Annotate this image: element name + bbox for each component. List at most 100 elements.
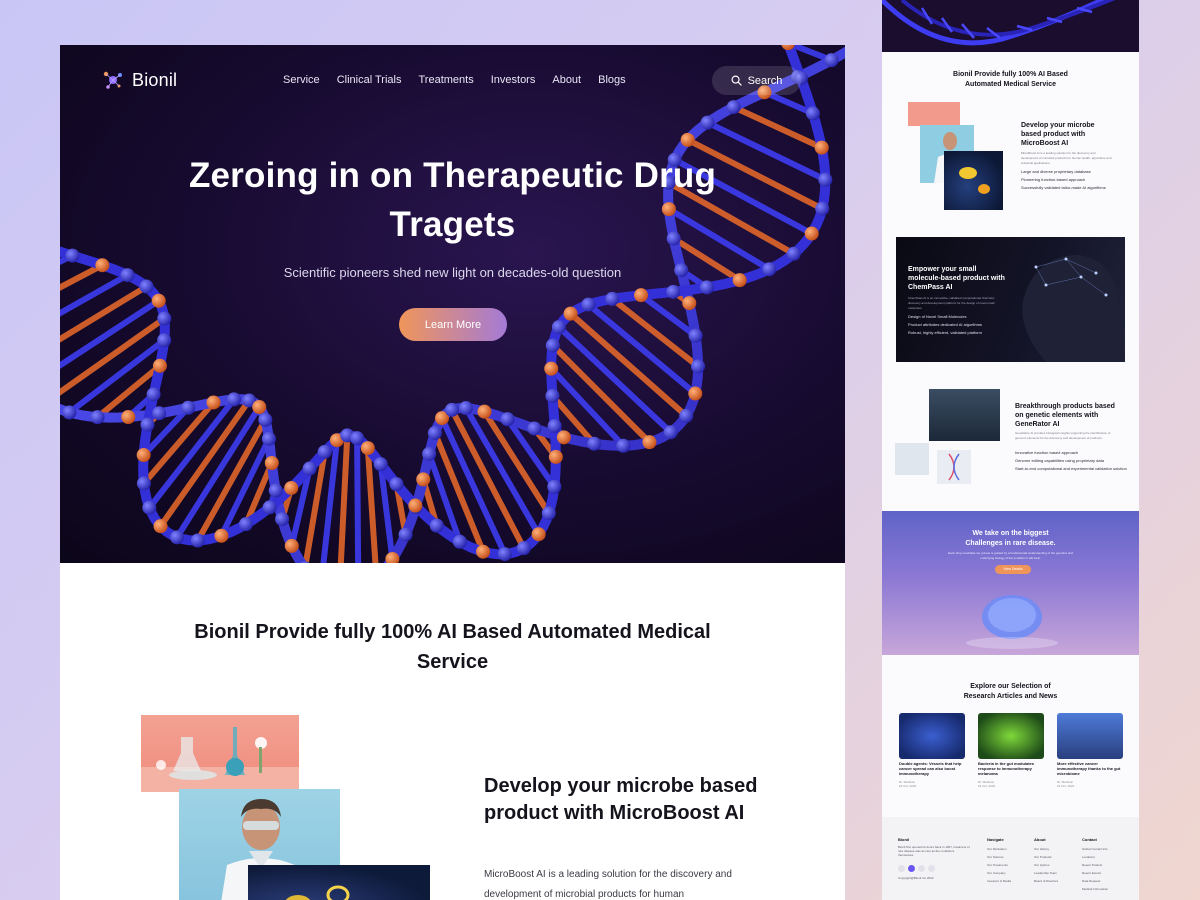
dna-bead [786,246,801,261]
footer-link[interactable]: Our Treatments [987,861,1011,869]
dna-bead [814,140,829,155]
footer-link[interactable]: Report Product [1082,861,1108,869]
footer-copyright: Copyright@Bionil Inc 2022 [898,876,934,880]
dna-bead [284,480,299,495]
nav-link-clinical-trials[interactable]: Clinical Trials [337,74,402,86]
preview-generator-bullet[interactable]: Start-to-end computational and experimen… [1015,465,1127,473]
footer-contact-column: Contact Global Contact Info Locations Re… [1082,837,1108,893]
preview-lab-hand-thumb [895,443,929,475]
section-title: Bionil Provide fully 100% AI Based Autom… [194,621,711,673]
dna-bead [214,528,229,543]
dna-rung [60,297,162,369]
footer-navigate-column: Navigate Our Motivation Our Science Our … [987,837,1011,885]
dna-bead [699,280,714,295]
footer-link[interactable]: Our Science [987,853,1011,861]
dna-bead [152,406,167,421]
dna-bead [398,527,413,542]
dna-bead [429,518,444,533]
footer-link[interactable]: Medical Information [1082,885,1108,893]
dna-bead [642,435,657,450]
dna-bead [136,476,151,491]
dna-bead [264,455,279,470]
dna-bead [261,431,276,446]
article-date: 01 Oct, 2022 [978,784,996,788]
footer-link[interactable]: Our History [1034,845,1058,853]
dna-bead [545,388,560,403]
dna-bead [360,441,375,456]
dna-bead [206,395,221,410]
article-title: More effective cancer immunotherapy than… [1057,761,1121,776]
article-thumbnail [978,713,1044,759]
preview-microboost-bullet[interactable]: Pioneering function-based approach [1021,176,1085,184]
nav-link-service[interactable]: Service [283,74,320,86]
footer-link[interactable]: Locations [1082,853,1108,861]
article-card[interactable]: Double agents: Vessels that help cancer … [899,713,965,788]
dna-bead [317,444,332,459]
dna-bead [121,410,136,425]
nav-link-treatments[interactable]: Treatments [418,74,473,86]
main-page-mockup: Bionil Service Clinical Trials Treatment… [60,45,845,900]
nav-link-blogs[interactable]: Blogs [598,74,626,86]
article-title: Double agents: Vessels that help cancer … [899,761,962,776]
preview-chempass-bullet[interactable]: Robust, highly efficient, validated plat… [908,329,982,337]
preview-view-details-button[interactable]: View Details [995,565,1031,574]
footer-link[interactable]: Our Motivation [987,845,1011,853]
dna-bead [140,417,155,432]
footer-link[interactable]: Board of Directors [1034,877,1058,885]
feature-title: Develop your microbe based product with … [484,775,758,824]
dna-bead [581,297,596,312]
search-button[interactable]: Search [712,66,801,95]
preview-chempass-bullet[interactable]: Design of Novel Small Molecules [908,313,966,321]
article-card[interactable]: More effective cancer immunotherapy than… [1057,713,1123,788]
footer-link[interactable]: Report Events [1082,869,1108,877]
article-date: 01 Oct, 2022 [1057,784,1075,788]
dna-bead [170,530,185,545]
learn-more-button[interactable]: Learn More [399,308,507,341]
footer-link[interactable]: Our Products [1034,853,1058,861]
preview-chempass-bullet[interactable]: Product attributes dedicated AI algorith… [908,321,982,329]
footer-column-heading: Navigate [987,837,1004,842]
dna-bead [452,534,467,549]
preview-glassware-thumb [908,102,960,126]
dna-bead [616,438,631,453]
preview-generator-bullet[interactable]: Genome editing capabilities using propri… [1015,457,1104,465]
dna-bead [587,436,602,451]
dna-bead [90,410,105,425]
dna-bead [516,541,531,556]
footer-link[interactable]: Our Company [987,869,1011,877]
dna-rung [555,324,674,436]
preview-chempass-title: Empower your small molecule-based produc… [908,266,1005,291]
footer-link[interactable]: Data Request [1082,877,1108,885]
twitter-icon[interactable] [908,865,915,872]
preview-generator-text: GeneRator AI provides biological insight… [1015,431,1111,440]
preview-microboost-bullet[interactable]: Successfully validated tailor-made AI al… [1021,184,1106,192]
dna-bead [146,387,161,402]
instagram-icon[interactable] [928,865,935,872]
footer-column-heading: Contact [1082,837,1097,842]
dna-bead [531,527,546,542]
dna-bead [691,359,706,374]
facebook-icon[interactable] [898,865,905,872]
dna-bead [142,500,157,515]
preview-generator-bullet[interactable]: Innovative function based approach [1015,449,1078,457]
footer-link[interactable]: Global Contact Info [1082,845,1108,853]
dna-bead [157,333,172,348]
footer-about-column: About Our History Our Products Our Hydro… [1034,837,1058,885]
dna-bead [527,421,542,436]
linkedin-icon[interactable] [918,865,925,872]
feature-description: MicroBoost AI is a leading solution for … [484,869,732,900]
dna-rung [354,435,362,563]
top-navigation: Bionil Service Clinical Trials Treatment… [60,45,845,117]
footer-link[interactable]: Our Hydros [1034,861,1058,869]
footer-link[interactable]: Leadership Team [1034,869,1058,877]
footer-about-text: Bionil first opened its doors back in 19… [898,845,970,857]
nav-link-investors[interactable]: Investors [491,74,536,86]
footer-link[interactable]: Investors & Media [987,877,1011,885]
preview-microboost-bullet[interactable]: Large and diverse proprietary database [1021,168,1091,176]
brand-logo[interactable]: Bionil [102,69,177,91]
preview-microboost-title: Develop your microbe based product with … [1021,122,1095,147]
dna-bead [373,457,388,472]
dna-bead [252,400,267,415]
article-card[interactable]: Bacteria in the gut modulates response t… [978,713,1044,788]
nav-link-about[interactable]: About [552,74,581,86]
